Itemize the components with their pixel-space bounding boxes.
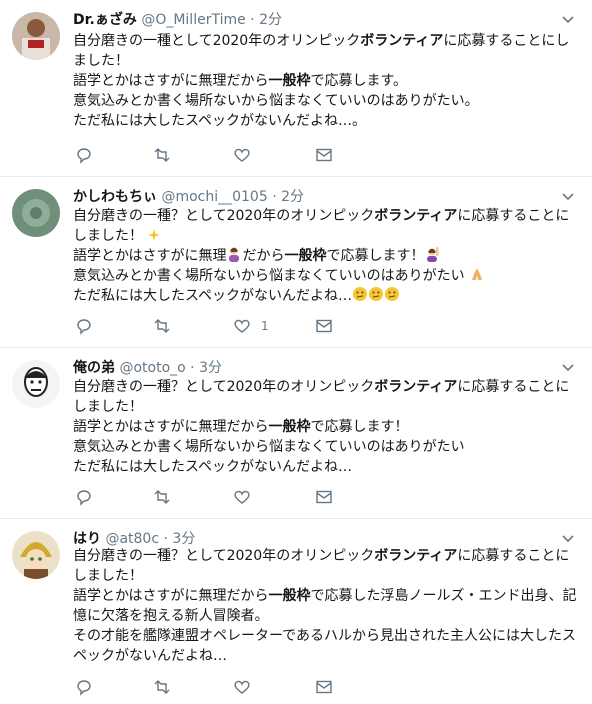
tweet-2[interactable]: かしわもちぃ @mochi__0105 · 2分 自分磨きの一種？として2020… <box>0 177 592 348</box>
tweet-text: 自分磨きの一種として2020年のオリンピックボランティアに応募することにし まし… <box>73 33 570 129</box>
reply-button[interactable] <box>75 316 93 336</box>
separator-dot: · <box>250 12 255 28</box>
retweet-icon <box>154 319 170 333</box>
dm-button[interactable] <box>315 145 333 165</box>
heart-icon <box>234 680 250 694</box>
folded-hands-emoji <box>472 268 483 280</box>
thinking-face-emoji <box>353 287 368 301</box>
display-name[interactable]: 俺の弟 <box>73 360 115 376</box>
envelope-icon <box>316 319 332 333</box>
chevron-down-icon[interactable] <box>560 12 576 28</box>
avatar-image <box>12 12 60 60</box>
chevron-down-icon[interactable] <box>560 189 576 205</box>
reply-button[interactable] <box>75 487 93 507</box>
heart-icon <box>234 490 250 504</box>
heart-icon <box>234 148 250 162</box>
thinking-face-emoji <box>369 287 384 301</box>
display-name[interactable]: はり <box>73 531 101 547</box>
tweet-1[interactable]: Dr.ぁざみ @O_MillerTime · 2分 自分磨きの一種として2020… <box>0 0 592 177</box>
avatar[interactable] <box>12 12 60 60</box>
chevron-down-icon[interactable] <box>560 531 576 547</box>
chevron-down-icon[interactable] <box>560 360 576 376</box>
retweet-icon <box>154 680 170 694</box>
dm-button[interactable] <box>315 677 333 697</box>
tweet-text: 自分磨きの一種？として2020年のオリンピックボランティアに応募することに しま… <box>73 208 570 304</box>
person-gesture-emoji <box>229 247 240 262</box>
retweet-button[interactable] <box>153 316 171 336</box>
reply-icon <box>77 490 91 506</box>
reply-button[interactable] <box>75 677 93 697</box>
dm-button[interactable] <box>315 487 333 507</box>
separator-dot: · <box>190 360 195 376</box>
user-handle[interactable]: @ototo_o <box>119 360 185 376</box>
separator-dot: · <box>163 531 168 547</box>
timestamp[interactable]: 2分 <box>281 189 304 205</box>
reply-icon <box>77 680 91 696</box>
person-raising-hand-emoji <box>427 247 439 262</box>
like-button[interactable] <box>233 145 261 165</box>
envelope-icon <box>316 148 332 162</box>
thinking-face-emoji <box>385 287 400 301</box>
like-count: 1 <box>261 319 269 333</box>
retweet-button[interactable] <box>153 145 171 165</box>
user-handle[interactable]: @mochi__0105 <box>161 189 267 205</box>
user-handle[interactable]: @O_MillerTime <box>141 12 245 28</box>
like-button[interactable] <box>233 677 261 697</box>
avatar-image <box>12 360 60 408</box>
tweet-text: 自分磨きの一種？として2020年のオリンピックボランティアに応募することに しま… <box>73 548 577 664</box>
avatar-image <box>12 189 60 237</box>
tweet-4[interactable]: はり @at80c · 3分 自分磨きの一種？として2020年のオリンピックボラ… <box>0 519 592 704</box>
avatar[interactable] <box>12 531 60 579</box>
sparkles-emoji <box>148 229 161 241</box>
reply-icon <box>77 319 91 335</box>
display-name[interactable]: Dr.ぁざみ <box>73 12 137 28</box>
separator-dot: · <box>272 189 277 205</box>
tweet-3[interactable]: 俺の弟 @ototo_o · 3分 自分磨きの一種？として2020年のオリンピッ… <box>0 348 592 519</box>
retweet-button[interactable] <box>153 677 171 697</box>
like-button[interactable] <box>233 487 261 507</box>
timestamp[interactable]: 3分 <box>199 360 222 376</box>
reply-icon <box>77 148 91 164</box>
dm-button[interactable] <box>315 316 333 336</box>
retweet-icon <box>154 490 170 504</box>
tweet-text: 自分磨きの一種？として2020年のオリンピックボランティアに応募することに しま… <box>73 379 570 475</box>
retweet-icon <box>154 148 170 162</box>
display-name[interactable]: かしわもちぃ <box>73 189 157 205</box>
avatar[interactable] <box>12 189 60 237</box>
avatar[interactable] <box>12 360 60 408</box>
user-handle[interactable]: @at80c <box>105 531 159 547</box>
timestamp[interactable]: 2分 <box>259 12 282 28</box>
reply-button[interactable] <box>75 145 93 165</box>
avatar-image <box>12 531 60 579</box>
heart-icon <box>234 319 250 333</box>
envelope-icon <box>316 680 332 694</box>
envelope-icon <box>316 490 332 504</box>
timestamp[interactable]: 3分 <box>172 531 195 547</box>
retweet-button[interactable] <box>153 487 171 507</box>
like-button[interactable]: 1 <box>233 316 269 336</box>
